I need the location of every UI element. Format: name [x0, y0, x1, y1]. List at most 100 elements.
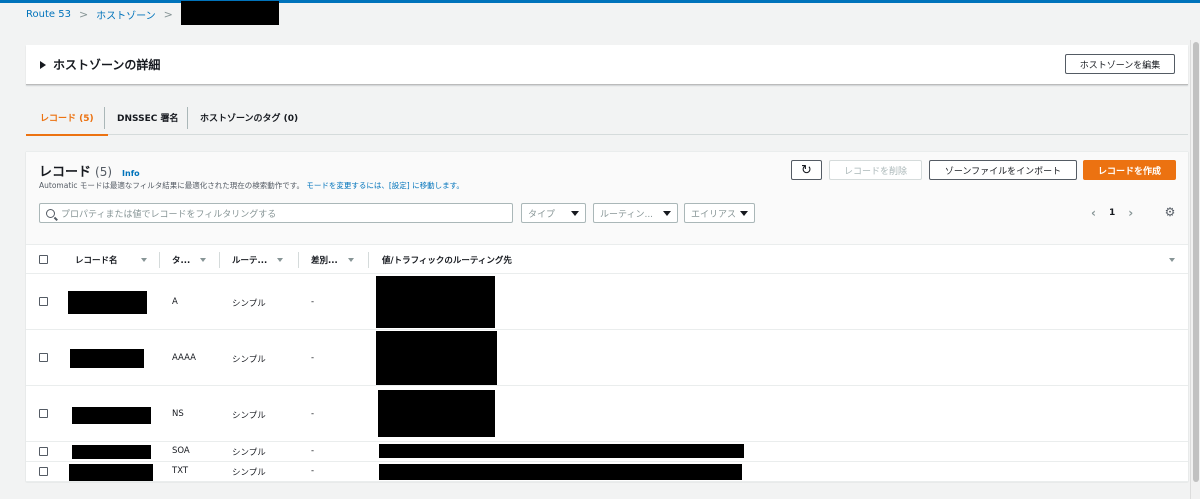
details-toggle[interactable]: ホストゾーンの詳細 [40, 56, 160, 73]
tab-records[interactable]: レコード (5) [26, 100, 108, 136]
routing-filter-label: ルーティン... [600, 209, 654, 220]
table-row[interactable]: A シンプル - [26, 274, 1188, 330]
hosted-zone-details-panel: ホストゾーンの詳細 ホストゾーンを編集 [26, 45, 1188, 85]
records-title-text: レコード [39, 165, 92, 180]
type-filter-label: タイプ [528, 209, 556, 220]
record-type: SOA [172, 446, 190, 456]
redacted-record-name [72, 445, 151, 459]
breadcrumb: Route 53 > ホストゾーン > [26, 1, 279, 25]
row-checkbox[interactable] [39, 353, 48, 362]
differentiator: - [311, 297, 315, 307]
caret-down-icon [663, 210, 671, 216]
row-checkbox[interactable] [39, 297, 48, 306]
column-label: 差別... [311, 256, 338, 266]
search-icon [46, 208, 55, 218]
column-label: ルーテ... [232, 256, 268, 266]
records-table: レコード名 タ... ルーテ... 差別... 値/トラフィックのルーティング先 [26, 244, 1188, 482]
column-type[interactable]: タ... [172, 245, 212, 275]
column-value[interactable]: 値/トラフィックのルーティング先 [382, 245, 1175, 275]
row-checkbox[interactable] [39, 447, 48, 456]
tabs: レコード (5) DNSSEC 署名 ホストゾーンのタグ (0) [26, 100, 1188, 136]
scrollbar-thumb[interactable] [1193, 42, 1199, 482]
scrollbar[interactable] [1190, 40, 1200, 499]
filter-input[interactable]: プロパティまたは値でレコードをフィルタリングする [39, 203, 513, 223]
gear-icon[interactable]: ⚙ [1163, 205, 1177, 219]
routing-policy: シンプル [232, 411, 266, 421]
sort-icon [141, 258, 147, 262]
breadcrumb-hosted-zones[interactable]: ホストゾーン [96, 7, 156, 22]
breadcrumb-route53[interactable]: Route 53 [26, 9, 71, 20]
table-row[interactable]: AAAA シンプル - [26, 330, 1188, 386]
redacted-record-value [376, 331, 497, 385]
record-type: A [172, 297, 178, 307]
row-checkbox[interactable] [39, 409, 48, 418]
sort-icon [277, 258, 283, 262]
refresh-icon: ↻ [801, 162, 812, 178]
type-filter-select[interactable]: タイプ [521, 203, 586, 223]
records-panel: レコード (5) Info Automatic モードは最適なフィルタ結果に最適… [26, 151, 1188, 482]
column-divider [298, 252, 299, 268]
records-header: レコード (5) Info Automatic モードは最適なフィルタ結果に最適… [26, 152, 1188, 244]
column-divider [219, 252, 220, 268]
select-all-checkbox[interactable] [39, 255, 48, 264]
refresh-button[interactable]: ↻ [791, 160, 822, 180]
redacted-record-value [376, 276, 495, 328]
differentiator: - [311, 409, 315, 419]
table-row[interactable]: NS シンプル - [26, 386, 1188, 442]
routing-policy: シンプル [232, 448, 266, 458]
current-page[interactable]: 1 [1109, 208, 1115, 218]
chevron-right-icon[interactable]: › [1128, 206, 1133, 220]
alias-filter-select[interactable]: エイリアス [684, 203, 755, 223]
details-title: ホストゾーンの詳細 [53, 58, 161, 72]
caret-down-icon [740, 210, 748, 216]
redacted-record-value [379, 444, 744, 458]
column-record-name[interactable]: レコード名 [75, 245, 155, 275]
create-record-button[interactable]: レコードを作成 [1083, 160, 1176, 180]
records-description: Automatic モードは最適なフィルタ結果に最適化された現在の検索動作です。… [39, 180, 464, 191]
redacted-record-name [68, 291, 147, 314]
redacted-record-name [72, 407, 151, 424]
caret-down-icon [571, 210, 579, 216]
table-row[interactable]: TXT シンプル - [26, 462, 1188, 482]
alias-filter-label: エイリアス [691, 209, 737, 220]
edit-hosted-zone-button[interactable]: ホストゾーンを編集 [1065, 54, 1175, 74]
info-link[interactable]: Info [122, 169, 140, 178]
redacted-record-value [378, 390, 495, 437]
tab-divider [187, 107, 188, 129]
sort-icon [348, 258, 354, 262]
differentiator: - [311, 353, 315, 363]
differentiator: - [311, 466, 315, 476]
redacted-record-value [379, 464, 742, 480]
column-label: タ... [172, 256, 191, 266]
column-differentiator[interactable]: 差別... [311, 245, 366, 275]
tab-dnssec[interactable]: DNSSEC 署名 [117, 100, 178, 135]
column-routing[interactable]: ルーテ... [232, 245, 292, 275]
records-count: (5) [95, 165, 113, 179]
pagination: ‹ 1 › [1091, 204, 1133, 222]
filter-placeholder: プロパティまたは値でレコードをフィルタリングする [61, 209, 277, 220]
record-type: AAAA [172, 353, 196, 363]
sort-icon [200, 258, 206, 262]
redacted-zone-name [180, 1, 279, 25]
routing-policy: シンプル [232, 299, 266, 309]
chevron-left-icon[interactable]: ‹ [1091, 206, 1096, 220]
row-checkbox[interactable] [39, 467, 48, 476]
delete-record-button[interactable]: レコードを削除 [829, 160, 922, 180]
change-mode-link[interactable]: モードを変更するには、[設定] に移動します。 [306, 181, 464, 190]
tab-tags[interactable]: ホストゾーンのタグ (0) [200, 100, 298, 135]
table-header: レコード名 タ... ルーテ... 差別... 値/トラフィックのルーティング先 [26, 244, 1188, 274]
record-type: TXT [172, 466, 189, 476]
record-type: NS [172, 409, 184, 419]
sort-icon [1169, 258, 1175, 262]
import-zone-file-button[interactable]: ゾーンファイルをインポート [929, 160, 1077, 180]
chevron-right-icon: > [163, 7, 173, 21]
redacted-record-name [69, 464, 153, 481]
table-row[interactable]: SOA シンプル - [26, 442, 1188, 462]
column-divider [368, 252, 369, 268]
column-label: 値/トラフィックのルーティング先 [382, 256, 512, 266]
tab-divider [104, 107, 105, 129]
records-title: レコード (5) Info [39, 161, 140, 180]
chevron-right-icon: > [78, 7, 89, 21]
routing-filter-select[interactable]: ルーティン... [593, 203, 678, 223]
redacted-record-name [70, 349, 144, 368]
